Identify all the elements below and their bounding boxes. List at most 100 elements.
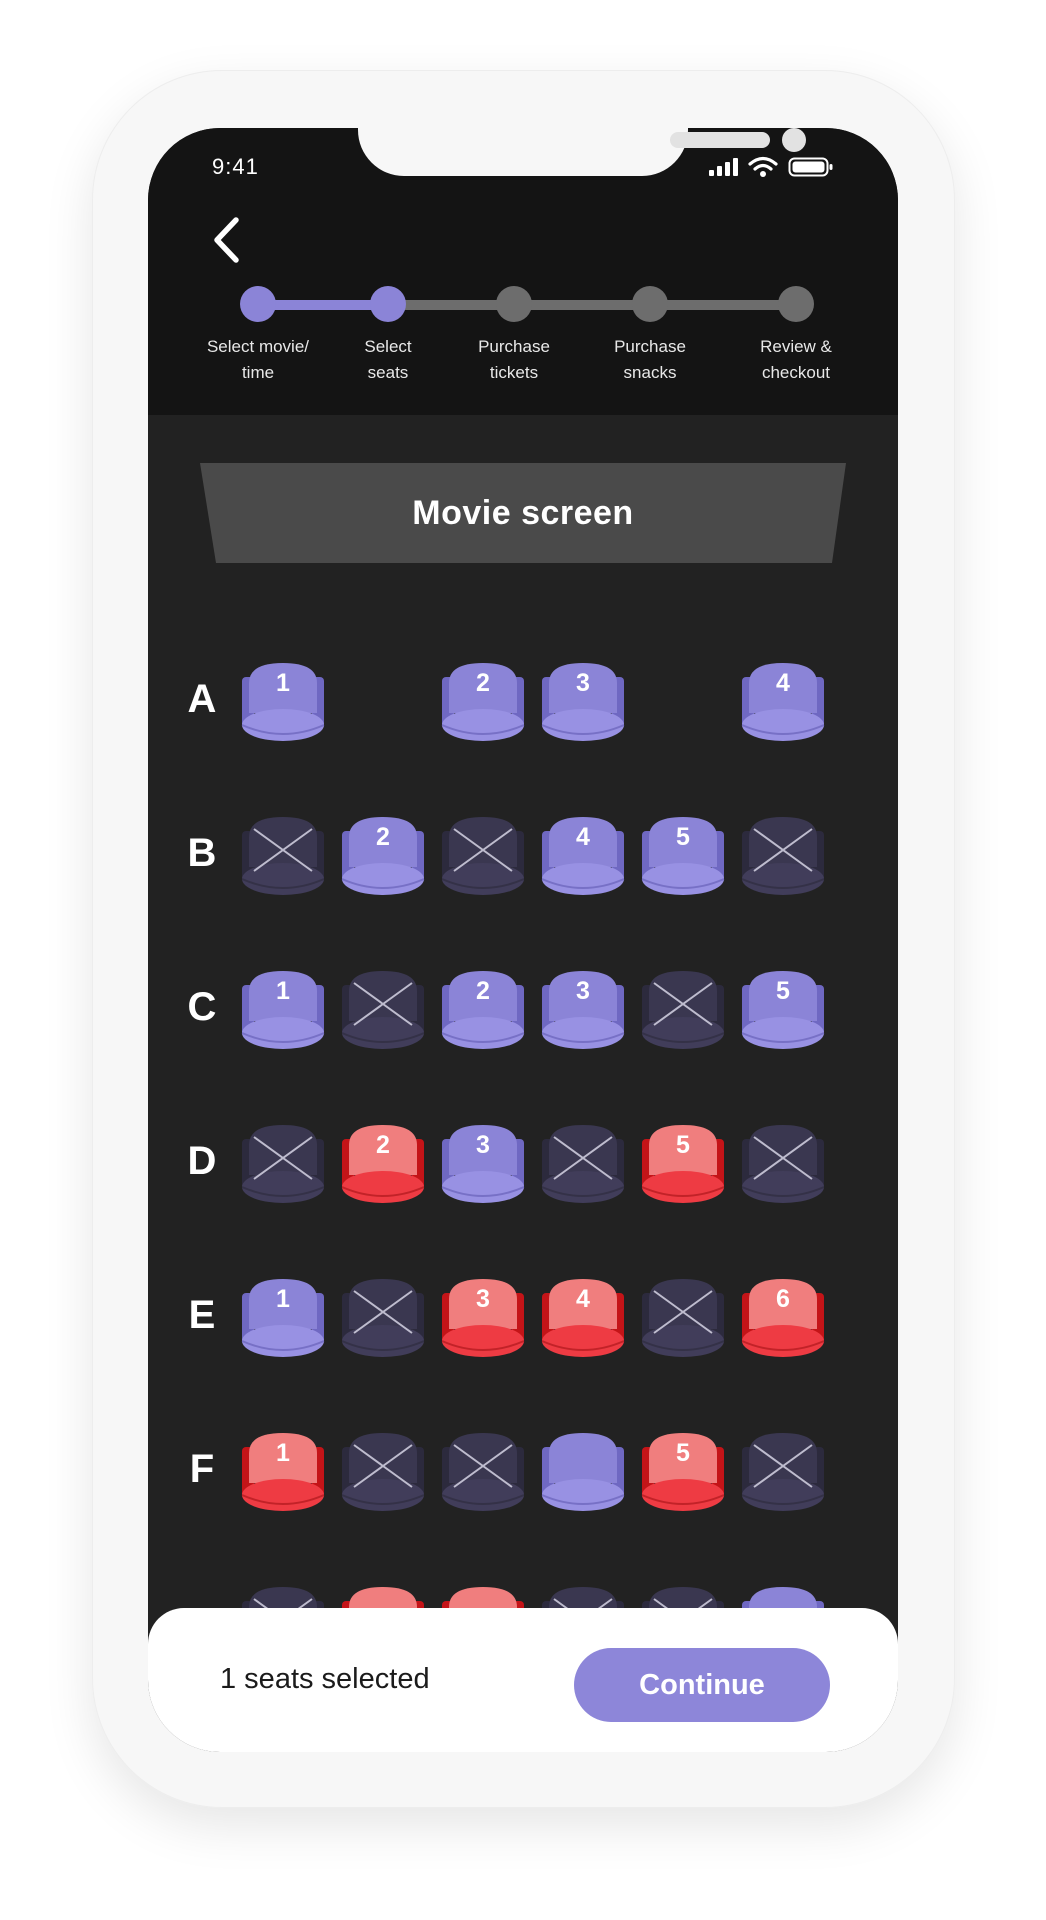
seat-number: 5 (676, 1131, 690, 1159)
seat-shape (741, 1433, 825, 1511)
battery-icon (788, 157, 833, 177)
seat-available[interactable]: 4 (740, 661, 826, 747)
seat-number: 1 (276, 669, 290, 697)
front-camera (782, 128, 806, 152)
seat-number: 2 (376, 1131, 390, 1159)
seat-number: 2 (476, 669, 490, 697)
seat-unavailable (340, 969, 426, 1055)
seat-available[interactable]: 1 (240, 969, 326, 1055)
step-1: Select movie/ time (188, 278, 328, 386)
seat-available[interactable]: 4 (540, 815, 626, 901)
row-label: C (187, 985, 217, 1029)
seat-unavailable (340, 1431, 426, 1517)
seat-number: 2 (376, 823, 390, 851)
seat-unavailable (440, 1431, 526, 1517)
seat-available[interactable]: 5 (740, 969, 826, 1055)
seat-selected[interactable]: 2 (340, 1123, 426, 1209)
seat-number: 1 (276, 1285, 290, 1313)
step-label: Select movie/ time (206, 337, 310, 382)
seat-unavailable (540, 1123, 626, 1209)
row-label: F (189, 1447, 215, 1491)
row-label: D (187, 1139, 217, 1183)
app-canvas: 9:41 Select movie/ time Select seats Pur… (0, 0, 1046, 1920)
cellular-signal-icon (709, 158, 738, 176)
seat-available[interactable]: 5 (640, 815, 726, 901)
seat-number: 3 (476, 1285, 490, 1313)
seat-shape (341, 1279, 425, 1357)
row-label: B (187, 831, 217, 875)
movie-screen-banner: Movie screen (200, 463, 846, 563)
seat-available[interactable]: 3 (540, 969, 626, 1055)
seat-shape (541, 1125, 625, 1203)
step-label: Purchase tickets (478, 337, 550, 382)
seat-shape (541, 1433, 625, 1511)
seat-shape (341, 1433, 425, 1511)
step-dot (778, 286, 814, 322)
seat-available[interactable]: 1 (240, 661, 326, 747)
status-icons (708, 156, 834, 178)
seat-number: 1 (276, 1439, 290, 1467)
seat-available[interactable]: 3 (440, 1123, 526, 1209)
seat-number: 5 (676, 1439, 690, 1467)
seat-number: 6 (776, 1285, 790, 1313)
seat-unavailable (340, 1277, 426, 1363)
seat-unavailable (740, 1123, 826, 1209)
step-4: Purchase snacks (580, 278, 720, 386)
seat-shape (441, 1433, 525, 1511)
step-label: Select seats (364, 337, 412, 382)
step-5: Review & checkout (726, 278, 866, 386)
step-dot (370, 286, 406, 322)
progress-stepper: Select movie/ time Select seats Purchase t… (148, 278, 898, 408)
row-label: E (188, 1293, 216, 1337)
seat-number: 3 (576, 977, 590, 1005)
speaker-grille (670, 132, 770, 148)
seat-selected[interactable]: 6 (740, 1277, 826, 1363)
seat-number: 4 (576, 1285, 590, 1313)
step-label: Review & checkout (760, 337, 832, 382)
seat-shape (441, 817, 525, 895)
seat-selected[interactable]: 1 (240, 1431, 326, 1517)
seat-number: 4 (776, 669, 790, 697)
seat-shape (741, 817, 825, 895)
seat-shape (641, 971, 725, 1049)
row-label: A (187, 677, 217, 721)
seat-selected[interactable]: 4 (540, 1277, 626, 1363)
seat-shape (741, 1125, 825, 1203)
seat-unavailable (240, 1123, 326, 1209)
phone-notch (358, 128, 806, 176)
back-button[interactable] (204, 212, 248, 268)
seat-unavailable (440, 815, 526, 901)
step-label: Purchase snacks (614, 337, 686, 382)
seat-unavailable (740, 815, 826, 901)
seat-available[interactable]: 2 (440, 969, 526, 1055)
seat-unavailable (640, 1277, 726, 1363)
step-3: Purchase tickets (444, 278, 584, 386)
seat-shape (241, 1125, 325, 1203)
selection-footer: 1 seats selected Continue (148, 1608, 898, 1752)
seat-available[interactable]: 2 (440, 661, 526, 747)
step-dot (632, 286, 668, 322)
seats-selected-count: 1 seats selected (220, 1663, 430, 1695)
seat-selected[interactable]: 5 (640, 1431, 726, 1517)
seat-available[interactable]: 2 (340, 815, 426, 901)
movie-screen-label: Movie screen (412, 494, 634, 532)
step-2: Select seats (318, 278, 458, 386)
seat-number: 2 (476, 977, 490, 1005)
seat-available[interactable]: 3 (540, 661, 626, 747)
seat-number: 5 (776, 977, 790, 1005)
seat-selected[interactable]: 3 (440, 1277, 526, 1363)
header-bar: 9:41 Select movie/ time Select seats Pur… (148, 128, 898, 415)
seat-unavailable (240, 815, 326, 901)
wifi-icon (748, 156, 778, 177)
seat-number: 3 (476, 1131, 490, 1159)
seat-shape (341, 971, 425, 1049)
seat-number: 1 (276, 977, 290, 1005)
seat-available[interactable] (540, 1431, 626, 1517)
seat-shape (641, 1279, 725, 1357)
seat-available[interactable]: 1 (240, 1277, 326, 1363)
seat-unavailable (640, 969, 726, 1055)
continue-button[interactable]: Continue (574, 1648, 830, 1722)
seat-selected[interactable]: 5 (640, 1123, 726, 1209)
seat-number: 4 (576, 823, 590, 851)
seat-unavailable (740, 1431, 826, 1517)
